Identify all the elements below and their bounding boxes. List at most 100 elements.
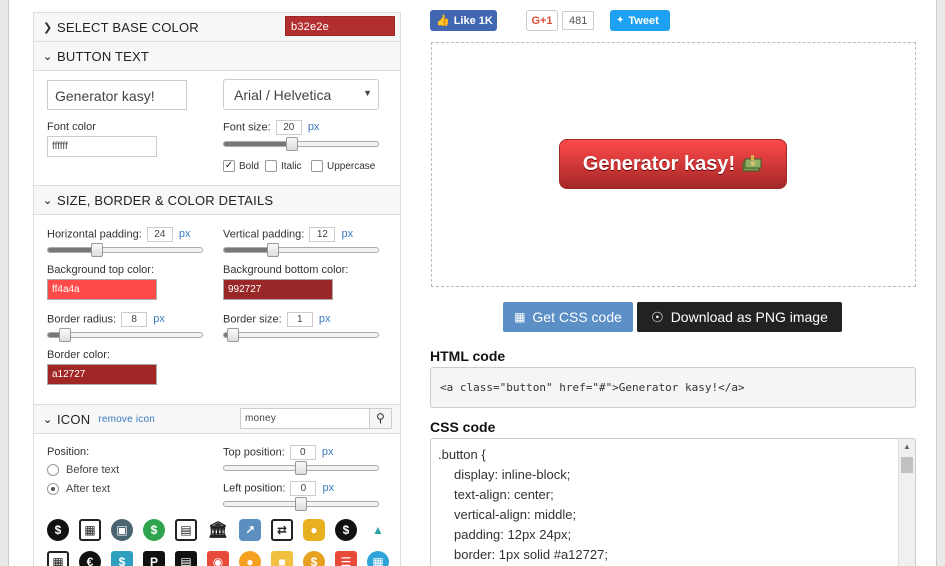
bg-top-color-input[interactable]: ff4a4a [47,279,157,300]
vpad-label: Vertical padding: [223,228,305,241]
euro-icon[interactable]: € [79,551,101,566]
shopping-icon[interactable]: ◉ [207,551,229,566]
chevron-down-icon: ⌄ [43,50,53,63]
banknote-icon[interactable]: $ [111,551,133,566]
slider-fill [224,142,292,146]
bg-top-label: Background top color: [47,264,155,276]
css-code-box[interactable]: .button { display: inline-block; text-al… [430,438,916,566]
get-css-code-button[interactable]: ▦ Get CSS code [503,302,633,332]
section-size-border-color[interactable]: ⌄ SIZE, BORDER & COLOR DETAILS [34,186,400,215]
wallet-icon[interactable]: ▦ [79,519,101,541]
search-icon[interactable]: ⚲ [369,409,391,428]
details-body: Horizontal padding: 24 px Vertical paddi… [34,215,400,405]
border-size-label: Border size: [223,313,282,326]
italic-checkbox[interactable]: Italic [265,160,302,172]
twitter-bird-icon: ✦ [616,15,625,26]
bold-checkbox[interactable]: ✓ Bold [223,160,259,172]
section-icon[interactable]: ⌄ ICON remove icon money ⚲ [34,405,400,434]
hpad-slider[interactable] [47,243,203,257]
after-text-radio[interactable]: After text [47,483,110,495]
left-position-input[interactable]: 0 [290,481,317,496]
font-size-slider[interactable] [223,137,379,151]
radius-label: Border radius: [47,313,117,326]
bank-icon[interactable]: 🏛 [207,519,229,541]
tweet-label: Tweet [628,14,659,27]
left-position-label: Left position: [223,482,286,495]
slider-handle[interactable] [286,137,298,151]
section-title: BUTTON TEXT [57,48,150,64]
download-png-button[interactable]: ☉ Download as PNG image [637,302,842,332]
settings-panel: ❯ SELECT BASE COLOR b32e2e ⌄ BUTTON TEXT… [33,12,401,566]
html-code-title: HTML code [430,348,506,364]
money-transfer-icon[interactable]: ⇄ [271,519,293,541]
scroll-up-arrow-icon[interactable]: ▲ [899,439,915,455]
card-icon[interactable]: ▤ [175,551,197,566]
preview-button[interactable]: Generator kasy! [559,139,787,189]
scrollbar-thumb[interactable] [901,457,913,473]
vpad-input[interactable]: 12 [309,227,336,242]
gift-icon: ▦ [514,310,526,324]
radius-slider[interactable] [47,328,203,342]
credit-card-icon[interactable]: ▤ [175,519,197,541]
before-text-radio[interactable]: Before text [47,464,119,476]
coin-icon[interactable]: $ [303,551,325,566]
caret-down-icon: ▼ [363,88,372,98]
receipt-icon[interactable]: ☰ [335,551,357,566]
vpad-slider[interactable] [223,243,379,257]
border-color-input[interactable]: a12727 [47,364,157,385]
hpad-label: Horizontal padding: [47,228,142,241]
icon-search-input[interactable]: money ⚲ [240,408,392,429]
html-code-box[interactable]: <a class="button" href="#">Generator kas… [430,367,916,408]
slider-handle[interactable] [227,328,239,342]
calculator-icon[interactable]: ▦ [367,551,389,566]
font-family-select[interactable]: Arial / Helvetica ▼ [223,79,379,110]
border-size-input[interactable]: 1 [286,312,313,327]
hpad-input[interactable]: 24 [146,227,173,242]
slider-handle[interactable] [91,243,103,257]
slider-handle[interactable] [295,461,307,475]
bg-bottom-color-input[interactable]: 992727 [223,279,333,300]
coins-icon[interactable]: ● [239,551,261,566]
unit-label: px [153,313,165,326]
font-size-input[interactable]: 20 [275,120,302,135]
dollar-coin-icon[interactable]: $ [143,519,165,541]
border-size-slider[interactable] [223,328,379,342]
piggy-bank-icon[interactable]: ● [303,519,325,541]
left-position-slider[interactable] [223,497,379,511]
top-position-input[interactable]: 0 [289,445,316,460]
font-color-input[interactable]: ffffff [47,136,157,157]
top-position-row: Top position: 0 px [223,445,334,460]
slider-handle[interactable] [59,328,71,342]
after-text-label: After text [66,483,111,495]
money-stack-icon[interactable]: ▲ [367,519,389,541]
gold-icon[interactable]: ■ [271,551,293,566]
hpad-row: Horizontal padding: 24 px [47,227,191,242]
uppercase-checkbox[interactable]: Uppercase [311,160,375,172]
checkbox-box [311,160,323,172]
radius-input[interactable]: 8 [121,312,148,327]
section-title: SELECT BASE COLOR [57,19,199,35]
slider-handle[interactable] [267,243,279,257]
facebook-like-button[interactable]: 👍 Like 1K [430,10,497,31]
button-text-input[interactable]: Generator kasy! [47,80,187,110]
position-label: Position: [47,446,90,458]
base-color-swatch[interactable]: b32e2e [285,16,395,36]
radius-row: Border radius: 8 px [47,312,165,327]
atm-icon[interactable]: ▦ [47,551,69,566]
section-title: ICON [57,411,91,427]
cash-register-icon[interactable]: ▣ [111,519,133,541]
tweet-button[interactable]: ✦ Tweet [610,10,670,31]
dollar-badge-icon[interactable]: $ [335,519,357,541]
remove-icon-link[interactable]: remove icon [98,414,155,425]
paypal-icon[interactable]: P [143,551,165,566]
css-code-scrollbar[interactable]: ▲ [898,439,915,566]
growth-chart-icon[interactable]: ↗ [239,519,261,541]
section-base-color[interactable]: ❯ SELECT BASE COLOR b32e2e [34,13,400,42]
section-button-text[interactable]: ⌄ BUTTON TEXT [34,42,400,71]
top-position-slider[interactable] [223,461,379,475]
google-plus-button[interactable]: G+1 [526,10,558,31]
dollar-icon[interactable]: $ [47,519,69,541]
left-position-row: Left position: 0 px [223,481,334,496]
css-code-line: border: 1px solid #a12727; [454,547,608,562]
slider-handle[interactable] [295,497,307,511]
